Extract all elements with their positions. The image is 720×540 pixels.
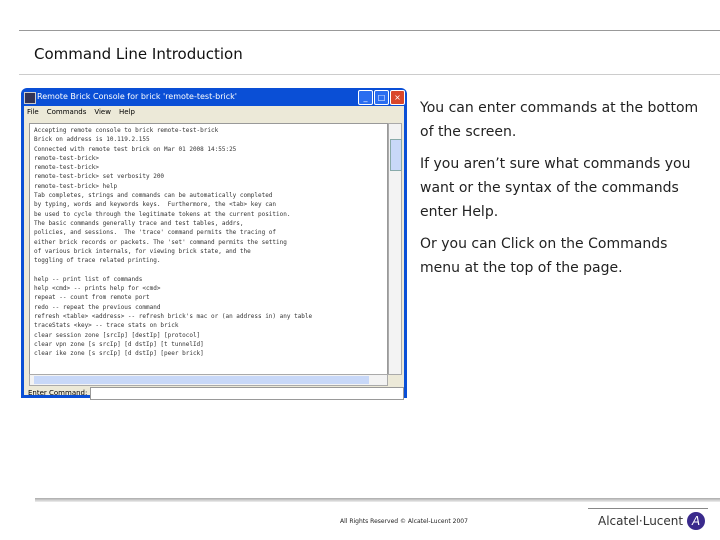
instruction-text: You can enter commands at the bottom of … [420, 100, 699, 140]
console-lines: Accepting remote console to brick remote… [30, 124, 387, 360]
close-button[interactable]: × [390, 90, 405, 105]
console-line: ​ [34, 265, 383, 274]
instruction-text: Or you can Click on the Commands menu at… [420, 236, 668, 276]
window-body: File Commands View Help Accepting remote… [24, 106, 404, 400]
menu-commands[interactable]: Commands [47, 106, 87, 118]
title-divider [19, 74, 720, 75]
window-title: Remote Brick Console for brick 'remote-t… [37, 92, 237, 101]
console-line: Tab completes, strings and commands can … [34, 192, 273, 200]
logo-mark-icon: A [687, 512, 706, 530]
console-window: Remote Brick Console for brick 'remote-t… [21, 88, 407, 400]
console-line: Brick on address is 10.119.2.155 [34, 136, 150, 144]
minimize-button[interactable]: _ [358, 90, 373, 105]
console-line: of various brick internals, for viewing … [34, 247, 251, 255]
maximize-button[interactable]: □ [374, 90, 389, 105]
console-line: help -- print list of commands [34, 275, 143, 283]
alcatel-lucent-logo: Alcatel·Lucent A [598, 512, 706, 530]
console-line: policies, and sessions. The 'trace' comm… [34, 229, 277, 237]
console-line: traceStats <key> -- trace stats on brick [34, 322, 179, 330]
console-line: either brick records or packets. The 'se… [34, 238, 287, 246]
window-titlebar[interactable]: Remote Brick Console for brick 'remote-t… [21, 88, 407, 106]
console-line: be used to cycle through the legitimate … [34, 210, 291, 218]
menu-view[interactable]: View [94, 106, 111, 118]
console-line: remote-test-brick> [34, 164, 100, 172]
console-line: remote-test-brick> help [34, 182, 118, 190]
console-line: repeat -- count from remote port [34, 294, 150, 302]
logo-divider [588, 508, 708, 509]
page-title: Command Line Introduction [34, 45, 243, 63]
vertical-scrollbar[interactable] [388, 123, 402, 375]
console-line: clear session zone [srcIp] [destIp] [pro… [34, 331, 201, 339]
scroll-thumb[interactable] [34, 376, 369, 384]
command-label: Enter Command: [28, 389, 88, 397]
console-line: redo -- repeat the previous command [34, 303, 161, 311]
console-output[interactable]: Accepting remote console to brick remote… [29, 123, 388, 375]
console-line: Accepting remote console to brick remote… [34, 127, 219, 134]
console-line: clear vpn zone [s srcIp] [d dstIp] [t tu… [34, 340, 204, 348]
console-line: refresh <table> <address> -- refresh bri… [34, 312, 313, 320]
menu-help[interactable]: Help [119, 106, 135, 118]
console-line: Connected with remote test brick on Mar … [34, 145, 237, 153]
console-line: help <cmd> -- prints help for <cmd> [34, 285, 161, 293]
console-line: clear ike zone [s srcIp] [d dstIp] [peer… [34, 350, 204, 358]
horizontal-scrollbar[interactable] [29, 374, 388, 386]
logo-text: Alcatel·Lucent [598, 514, 684, 528]
console-line: remote-test-brick> set verbosity 200 [34, 173, 165, 181]
app-icon [24, 92, 36, 104]
console-line: by typing, words and keywords keys. Furt… [34, 201, 277, 209]
command-input[interactable] [90, 387, 404, 400]
footer-divider [35, 498, 720, 502]
console-line: The basic commands generally trace and t… [34, 219, 244, 227]
instructions: You can enter commands at the bottom of … [420, 96, 710, 288]
console-line: toggling of trace related printing. [34, 257, 161, 265]
console-line: remote-test-brick> [34, 154, 100, 162]
menu-file[interactable]: File [27, 106, 39, 118]
menu-bar: File Commands View Help [24, 106, 404, 118]
copyright: All Rights Reserved © Alcatel-Lucent 200… [340, 518, 468, 525]
scroll-thumb[interactable] [390, 139, 402, 171]
instruction-text: If you aren’t sure what commands you wan… [420, 156, 691, 220]
